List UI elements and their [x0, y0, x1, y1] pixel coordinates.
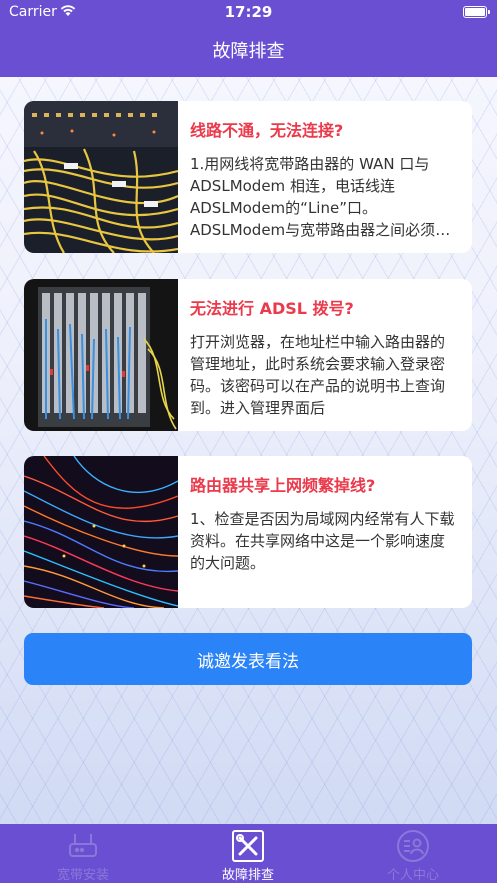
faq-card-line-down[interactable]: 线路不通，无法连接? 1.用网线将宽带路由器的 WAN 口与 ADSLModem… — [24, 101, 472, 253]
faq-title: 线路不通，无法连接? — [190, 121, 344, 140]
faq-title: 无法进行 ADSL 拨号? — [190, 299, 354, 318]
tab-label: 个人中心 — [386, 868, 439, 883]
faq-card-adsl-dial[interactable]: 无法进行 ADSL 拨号? 打开浏览器，在地址栏中输入路由器的管理地址，此时系统… — [24, 279, 472, 431]
tab-label: 故障排查 — [221, 868, 274, 883]
tab-bar: 宽带安装 故障排查 个人中心 — [0, 824, 497, 883]
tab-troubleshoot[interactable]: 故障排查 — [188, 824, 308, 883]
status-bar: Carrier 17:29 — [0, 0, 497, 26]
router-icon — [69, 834, 97, 857]
faq-card-frequent-disconnect[interactable]: 路由器共享上网频繁掉线? 1、检查是否因为局域网内经常有人下载资料。在共享网络中… — [24, 456, 472, 608]
faq-body: 打开浏览器，在地址栏中输入路由器的管理地址，此时系统会要求输入登录密码。该密码可… — [190, 333, 446, 417]
status-time: 17:29 — [224, 3, 273, 21]
faq-body: 1、检查是否因为局域网内经常有人下载资料。在共享网络中这是一个影响速度的大问题。 — [190, 510, 455, 572]
submit-opinion-button[interactable]: 诚邀发表看法 — [24, 633, 472, 685]
tab-label: 宽带安装 — [56, 868, 109, 883]
header-bar: Carrier 17:29 故障排查 — [0, 0, 497, 77]
network-cables-image — [24, 101, 178, 253]
tab-broadband-install[interactable]: 宽带安装 — [23, 824, 143, 883]
user-center-icon — [397, 830, 429, 862]
battery-icon — [463, 6, 490, 18]
page-title: 故障排查 — [212, 41, 285, 62]
fiber-optic-image — [24, 456, 178, 608]
server-rack-image — [24, 279, 178, 431]
tab-personal-center[interactable]: 个人中心 — [353, 824, 473, 883]
tools-icon — [232, 830, 264, 862]
faq-body: 1.用网线将宽带路由器的 WAN 口与 ADSLModem 相连，电话线连 AD… — [190, 155, 451, 239]
faq-title: 路由器共享上网频繁掉线? — [190, 476, 376, 495]
